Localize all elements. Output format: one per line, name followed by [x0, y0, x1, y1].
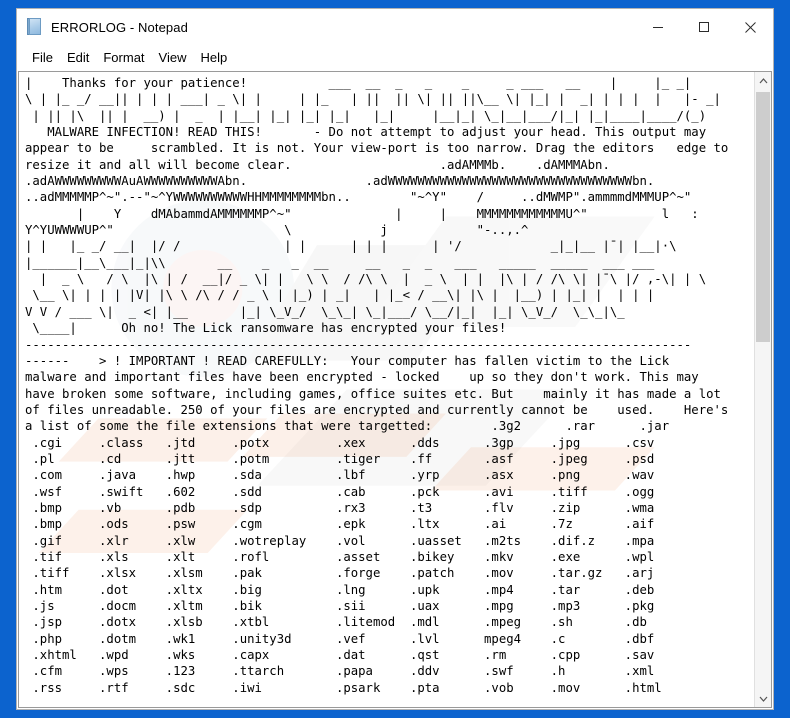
maximize-button[interactable] — [681, 9, 727, 45]
minimize-icon — [653, 27, 663, 28]
scrollbar-down-arrow[interactable] — [755, 690, 771, 707]
desktop-background: ERRORLOG - Notepad File Edit Format View… — [0, 0, 790, 718]
menu-bar: File Edit Format View Help — [17, 45, 773, 71]
close-icon — [744, 21, 756, 33]
chevron-down-icon — [759, 696, 767, 702]
menu-item-view[interactable]: View — [152, 47, 194, 69]
editor-text: | Thanks for your patience! ___ __ _ _ _… — [25, 76, 729, 695]
text-editor[interactable]: | Thanks for your patience! ___ __ _ _ _… — [19, 72, 754, 707]
window-title: ERRORLOG - Notepad — [51, 19, 188, 35]
menu-item-help[interactable]: Help — [193, 47, 234, 69]
editor-area: | Thanks for your patience! ___ __ _ _ _… — [18, 71, 772, 708]
scrollbar-up-arrow[interactable] — [755, 72, 771, 89]
caption-buttons — [635, 9, 773, 45]
menu-item-file[interactable]: File — [25, 47, 60, 69]
vertical-scrollbar[interactable] — [754, 72, 771, 707]
window-title-bar[interactable]: ERRORLOG - Notepad — [17, 9, 773, 45]
maximize-icon — [699, 22, 709, 32]
minimize-button[interactable] — [635, 9, 681, 45]
notepad-icon — [27, 18, 43, 36]
close-button[interactable] — [727, 9, 773, 45]
scrollbar-thumb[interactable] — [756, 92, 770, 342]
notepad-window: ERRORLOG - Notepad File Edit Format View… — [16, 8, 774, 710]
chevron-up-icon — [759, 77, 767, 83]
menu-item-edit[interactable]: Edit — [60, 47, 96, 69]
menu-item-format[interactable]: Format — [96, 47, 151, 69]
